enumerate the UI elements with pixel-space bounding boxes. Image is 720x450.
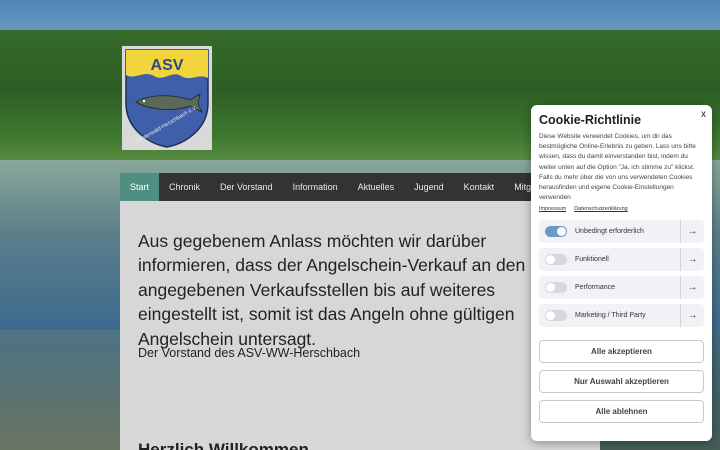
toggle-knob	[546, 255, 555, 265]
toggle-marketing[interactable]	[545, 310, 567, 322]
accept-selection-button[interactable]: Nur Auswahl akzeptieren	[539, 370, 704, 394]
toggle-knob	[557, 227, 566, 237]
toggle-performance[interactable]	[545, 282, 567, 294]
arrow-right-icon[interactable]: →	[680, 304, 704, 328]
logo-text: ASV	[151, 57, 184, 74]
cookie-buttons: Alle akzeptieren Nur Auswahl akzeptieren…	[539, 340, 704, 424]
nav-item-aktuelles[interactable]: Aktuelles	[348, 173, 405, 201]
category-label: Funktionell	[575, 256, 609, 264]
club-logo[interactable]: ASV Westerwald-Herschbach e.V.	[122, 46, 212, 150]
nav-item-kontakt[interactable]: Kontakt	[454, 173, 505, 201]
impressum-link[interactable]: Impressum	[539, 206, 566, 212]
nav-item-der-vorstand[interactable]: Der Vorstand	[210, 173, 283, 201]
cookie-description: Diese Website verwendet Cookies, um dir …	[539, 133, 696, 202]
cookie-categories: Unbedingt erforderlich → Funktionell → P…	[539, 220, 704, 328]
content-panel: Aus gegebenem Anlass möchten wir darüber…	[120, 201, 600, 450]
main-navigation: Start Chronik Der Vorstand Information A…	[120, 173, 540, 201]
arrow-right-icon[interactable]: →	[680, 276, 704, 300]
nav-item-start[interactable]: Start	[120, 173, 160, 201]
reeds-left	[0, 330, 140, 450]
category-label: Performance	[575, 284, 616, 292]
notice-text: Aus gegebenem Anlass möchten wir darüber…	[138, 231, 526, 349]
category-label: Marketing / Third Party	[575, 312, 646, 320]
close-icon[interactable]: x	[701, 109, 706, 120]
accept-all-button[interactable]: Alle akzeptieren	[539, 340, 704, 364]
cookie-title: Cookie-Richtlinie	[539, 113, 642, 127]
nav-item-chronik[interactable]: Chronik	[159, 173, 210, 201]
arrow-right-icon[interactable]: →	[680, 220, 704, 244]
cookie-category-marketing: Marketing / Third Party →	[539, 304, 704, 328]
toggle-necessary[interactable]	[545, 226, 567, 238]
category-label: Unbedingt erforderlich	[575, 228, 644, 236]
welcome-heading: Herzlich Willkommen	[138, 440, 309, 450]
privacy-link[interactable]: Datenschutzerklärung	[574, 206, 628, 212]
nav-item-information[interactable]: Information	[283, 173, 348, 201]
toggle-functional[interactable]	[545, 254, 567, 266]
cookie-consent-dialog: x Cookie-Richtlinie Diese Website verwen…	[531, 105, 712, 441]
club-crest: ASV Westerwald-Herschbach e.V.	[125, 49, 209, 148]
arrow-right-icon[interactable]: →	[680, 248, 704, 272]
cookie-category-functional: Funktionell →	[539, 248, 704, 272]
toggle-knob	[546, 311, 555, 321]
cookie-category-necessary: Unbedingt erforderlich →	[539, 220, 704, 244]
cookie-category-performance: Performance →	[539, 276, 704, 300]
signoff-text: Der Vorstand des ASV-WW-Herschbach	[138, 346, 361, 360]
nav-item-jugend[interactable]: Jugend	[404, 173, 454, 201]
cookie-links: Impressum Datenschutzerklärung	[539, 206, 704, 212]
reject-all-button[interactable]: Alle ablehnen	[539, 400, 704, 424]
toggle-knob	[546, 283, 555, 293]
